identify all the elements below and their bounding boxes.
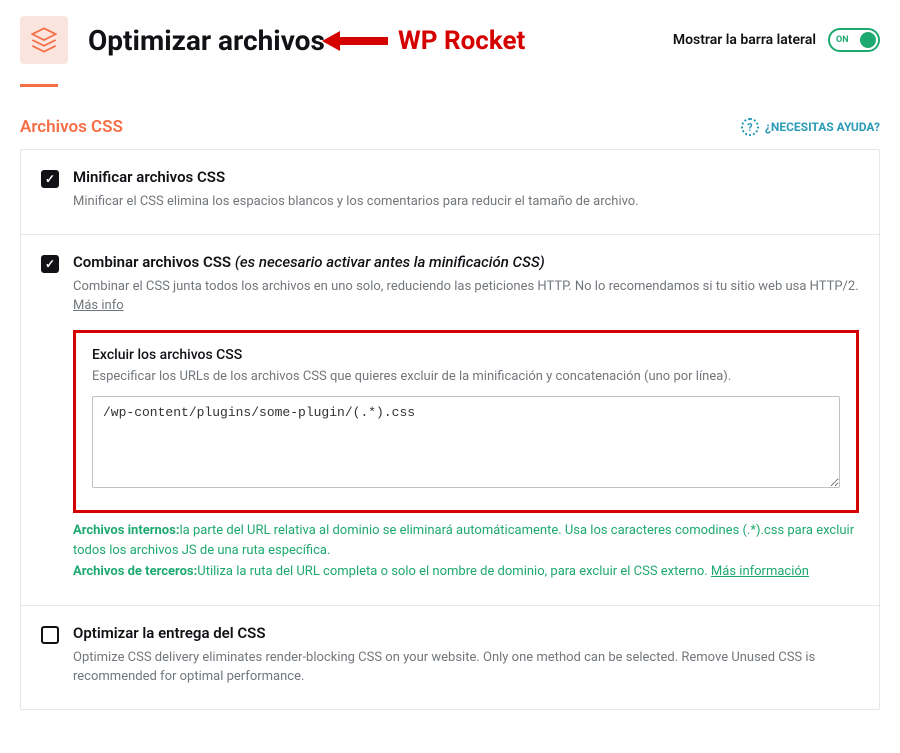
- hint-thirdparty-bold: Archivos de terceros:: [73, 564, 197, 579]
- page-title: Optimizar archivos: [88, 24, 325, 57]
- annotation-overlay: WP Rocket: [320, 26, 525, 56]
- combine-label-note: (es necesario activar antes la minificac…: [235, 253, 545, 271]
- hint-block: Archivos internos:la parte del URL relat…: [73, 521, 859, 583]
- help-link[interactable]: ? ¿NECESITAS AYUDA?: [741, 118, 880, 136]
- setting-row-optimize-delivery: Optimizar la entrega del CSS Optimize CS…: [21, 606, 879, 709]
- setting-row-minify: Minificar archivos CSS Minificar el CSS …: [21, 150, 879, 235]
- hint-thirdparty-link[interactable]: Más información: [711, 564, 809, 579]
- help-icon: ?: [741, 118, 759, 136]
- exclude-box: Excluir los archivos CSS Especificar los…: [73, 330, 859, 513]
- combine-desc: Combinar el CSS junta todos los archivos…: [73, 277, 859, 316]
- exclude-title: Excluir los archivos CSS: [92, 347, 840, 363]
- combine-desc-text: Combinar el CSS junta todos los archivos…: [73, 279, 859, 294]
- minify-desc: Minificar el CSS elimina los espacios bl…: [73, 192, 859, 212]
- exclude-desc: Especificar los URLs de los archivos CSS…: [92, 369, 840, 384]
- page-header: Optimizar archivos WP Rocket Mostrar la …: [20, 16, 880, 84]
- files-icon: [20, 16, 68, 64]
- settings-panel: Minificar archivos CSS Minificar el CSS …: [20, 149, 880, 710]
- optimize-delivery-checkbox[interactable]: [41, 626, 59, 644]
- setting-content: Optimizar la entrega del CSS Optimize CS…: [73, 624, 859, 687]
- minify-checkbox[interactable]: [41, 170, 59, 188]
- tab-indicator: [20, 84, 58, 87]
- hint-thirdparty-text: Utiliza la ruta del URL completa o solo …: [197, 564, 707, 579]
- section-header: Archivos CSS ? ¿NECESITAS AYUDA?: [20, 117, 880, 149]
- setting-content: Combinar archivos CSS (es necesario acti…: [73, 253, 859, 583]
- setting-content: Minificar archivos CSS Minificar el CSS …: [73, 168, 859, 212]
- arrow-left-icon: [320, 27, 390, 55]
- minify-label: Minificar archivos CSS: [73, 168, 859, 186]
- section-title: Archivos CSS: [20, 117, 123, 137]
- setting-row-combine: Combinar archivos CSS (es necesario acti…: [21, 235, 879, 606]
- combine-label-text: Combinar archivos CSS: [73, 253, 231, 271]
- toggle-knob: [860, 32, 876, 48]
- help-text: ¿NECESITAS AYUDA?: [765, 120, 880, 134]
- optimize-delivery-desc: Optimize CSS delivery eliminates render-…: [73, 648, 859, 687]
- combine-checkbox[interactable]: [41, 255, 59, 273]
- optimize-delivery-label: Optimizar la entrega del CSS: [73, 624, 859, 642]
- sidebar-toggle[interactable]: ON: [828, 28, 880, 52]
- annotation-text: WP Rocket: [398, 26, 525, 56]
- sidebar-toggle-label: Mostrar la barra lateral: [673, 32, 816, 48]
- hint-internal-bold: Archivos internos:: [73, 523, 179, 538]
- header-right: Mostrar la barra lateral ON: [673, 28, 880, 52]
- combine-more-info-link[interactable]: Más info: [73, 298, 124, 313]
- combine-label: Combinar archivos CSS (es necesario acti…: [73, 253, 859, 271]
- header-left: Optimizar archivos: [20, 16, 325, 64]
- hint-internal-text: la parte del URL relativa al dominio se …: [73, 523, 854, 559]
- toggle-state-text: ON: [836, 35, 849, 45]
- exclude-textarea[interactable]: [92, 396, 840, 488]
